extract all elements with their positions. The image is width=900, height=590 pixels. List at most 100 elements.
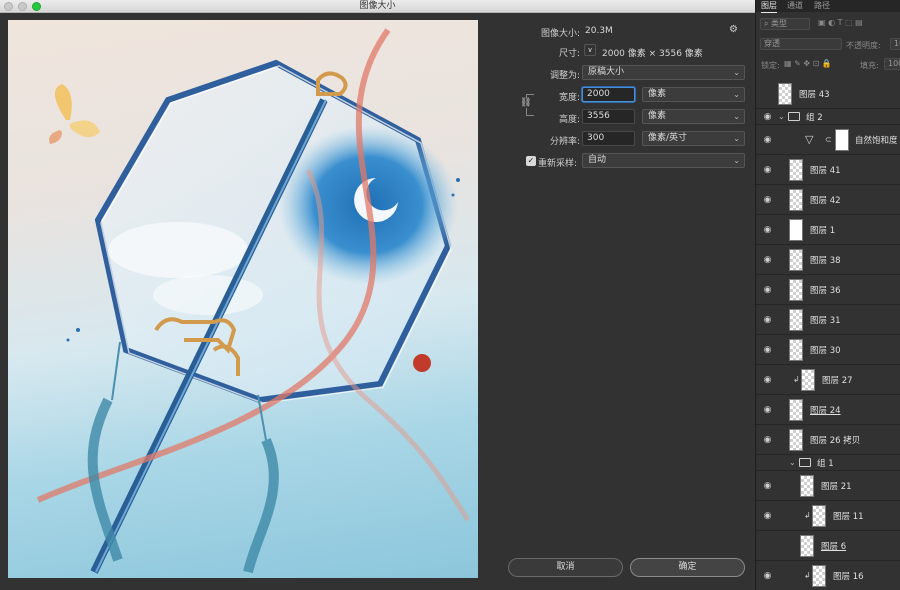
layer-thumbnail[interactable] — [778, 83, 792, 105]
layer-thumbnail[interactable] — [789, 339, 803, 361]
layer-name[interactable]: 图层 42 — [810, 185, 841, 214]
filter-icons[interactable]: ▣ ◐ T ⬚ ▤ — [818, 18, 863, 27]
layer-thumbnail[interactable] — [789, 279, 803, 301]
disclosure-chevron-icon[interactable]: ⌄ — [778, 109, 785, 125]
layer-name[interactable]: 图层 31 — [810, 305, 841, 334]
fit-to-select[interactable]: 原稿大小 ⌄ — [582, 65, 745, 80]
layer-thumbnail[interactable] — [789, 429, 803, 451]
layer-row[interactable]: ◉ ↲ 图层 16 — [756, 561, 900, 590]
layer-name[interactable]: 组 2 — [806, 109, 823, 124]
layer-row[interactable]: ◉ 图层 24 — [756, 395, 900, 425]
resolution-input[interactable]: 300 — [582, 131, 635, 146]
layer-row[interactable]: ⌄ 组 1 — [756, 455, 900, 471]
width-unit-select[interactable]: 像素 ⌄ — [642, 87, 745, 102]
eye-icon[interactable]: ◉ — [762, 155, 773, 184]
ok-button[interactable]: 确定 — [630, 558, 745, 577]
layer-row[interactable]: 图层 6 — [756, 531, 900, 561]
eye-icon[interactable] — [762, 455, 773, 470]
layer-row[interactable]: ◉ 图层 31 — [756, 305, 900, 335]
layer-thumbnail[interactable] — [789, 309, 803, 331]
eye-icon[interactable]: ◉ — [762, 561, 773, 590]
mask-link-icon[interactable]: ⊂ — [825, 125, 832, 154]
layer-name[interactable]: 图层 27 — [822, 365, 853, 394]
layer-row[interactable]: ◉ 图层 21 — [756, 471, 900, 501]
layer-row[interactable]: 图层 43 — [756, 79, 900, 109]
layer-name[interactable]: 图层 30 — [810, 335, 841, 364]
layer-name[interactable]: 组 1 — [817, 455, 834, 470]
width-input[interactable]: 2000 — [582, 87, 635, 102]
eye-icon[interactable]: ◉ — [762, 395, 773, 424]
layer-row[interactable]: ◉ 图层 36 — [756, 275, 900, 305]
layer-row[interactable]: ◉ 图层 42 — [756, 185, 900, 215]
disclosure-chevron-icon[interactable]: ⌄ — [789, 455, 796, 471]
fill-input[interactable]: 100 — [884, 58, 900, 70]
image-size-label: 图像大小: — [540, 29, 580, 39]
layer-thumbnail[interactable] — [812, 565, 826, 587]
layer-name[interactable]: 图层 21 — [821, 471, 852, 500]
panel-tabs: 图层 通道 路径 — [756, 0, 900, 13]
layer-name[interactable]: 图层 24 — [810, 395, 841, 424]
eye-icon[interactable]: ◉ — [762, 275, 773, 304]
fit-to-label: 调整为: — [549, 71, 580, 81]
dialog-title: 图像大小 — [359, 1, 396, 11]
eye-icon[interactable]: ◉ — [762, 365, 773, 394]
eye-icon[interactable]: ◉ — [762, 109, 773, 124]
lock-icons[interactable]: ▦ ✎ ✥ ⊡ 🔒 — [784, 59, 832, 68]
eye-icon[interactable]: ◉ — [762, 215, 773, 244]
layer-thumbnail[interactable] — [812, 505, 826, 527]
eye-icon[interactable]: ◉ — [762, 125, 773, 154]
layer-mask-thumbnail[interactable] — [835, 129, 849, 151]
layer-row[interactable]: ◉ ↲ 图层 27 — [756, 365, 900, 395]
eye-icon[interactable]: ◉ — [762, 185, 773, 214]
layer-name[interactable]: 图层 43 — [799, 79, 830, 108]
eye-icon[interactable] — [762, 531, 773, 560]
layer-row[interactable]: ◉ 图层 26 拷贝 — [756, 425, 900, 455]
eye-icon[interactable]: ◉ — [762, 501, 773, 530]
height-input[interactable]: 3556 — [582, 109, 635, 124]
eye-icon[interactable]: ◉ — [762, 335, 773, 364]
layer-name[interactable]: 图层 6 — [821, 531, 846, 560]
layer-filter-select[interactable]: ⌕ 类型 — [760, 18, 810, 30]
cancel-button[interactable]: 取消 — [508, 558, 623, 577]
eye-icon[interactable]: ◉ — [762, 471, 773, 500]
eye-icon[interactable]: ◉ — [762, 245, 773, 274]
layer-thumbnail[interactable] — [789, 159, 803, 181]
image-preview[interactable] — [8, 20, 478, 578]
layer-name[interactable]: 图层 26 拷贝 — [810, 425, 860, 454]
layer-row[interactable]: ◉ 图层 1 — [756, 215, 900, 245]
tab-channels[interactable]: 通道 — [787, 0, 803, 12]
tab-layers[interactable]: 图层 — [761, 0, 777, 13]
layer-name[interactable]: 自然饱和度 1 — [855, 125, 900, 154]
layer-row[interactable]: ◉ ⌄ 组 2 — [756, 109, 900, 125]
layer-row[interactable]: ◉ 图层 41 — [756, 155, 900, 185]
layer-row[interactable]: ◉ 图层 30 — [756, 335, 900, 365]
resample-checkbox[interactable]: ✓ — [526, 156, 536, 166]
layer-row[interactable]: ◉ 图层 38 — [756, 245, 900, 275]
layer-name[interactable]: 图层 1 — [810, 215, 835, 244]
layer-name[interactable]: 图层 36 — [810, 275, 841, 304]
layer-thumbnail[interactable] — [789, 219, 803, 241]
layer-thumbnail[interactable] — [801, 369, 815, 391]
layer-row[interactable]: ◉ ↲ 图层 11 — [756, 501, 900, 531]
eye-icon[interactable]: ◉ — [762, 425, 773, 454]
opacity-input[interactable]: 100 — [890, 38, 900, 50]
layer-thumbnail[interactable] — [800, 535, 814, 557]
layer-thumbnail[interactable] — [789, 399, 803, 421]
gear-icon[interactable]: ⚙ — [729, 24, 738, 35]
layer-thumbnail[interactable] — [800, 475, 814, 497]
height-unit-select[interactable]: 像素 ⌄ — [642, 109, 745, 124]
layer-name[interactable]: 图层 11 — [833, 501, 864, 530]
blend-mode-select[interactable]: 穿透 — [760, 38, 842, 50]
eye-icon[interactable]: ◉ — [762, 305, 773, 334]
resample-select[interactable]: 自动 ⌄ — [582, 153, 745, 168]
layer-name[interactable]: 图层 41 — [810, 155, 841, 184]
resolution-unit-select[interactable]: 像素/英寸 ⌄ — [642, 131, 745, 146]
tab-paths[interactable]: 路径 — [814, 0, 830, 12]
eye-icon[interactable] — [762, 79, 773, 108]
layer-name[interactable]: 图层 16 — [833, 561, 864, 590]
dimensions-unit-chevron-icon[interactable]: ∨ — [584, 44, 596, 56]
layer-name[interactable]: 图层 38 — [810, 245, 841, 274]
layer-row[interactable]: ◉ ▽ ⊂ 自然饱和度 1 — [756, 125, 900, 155]
layer-thumbnail[interactable] — [789, 249, 803, 271]
layer-thumbnail[interactable] — [789, 189, 803, 211]
